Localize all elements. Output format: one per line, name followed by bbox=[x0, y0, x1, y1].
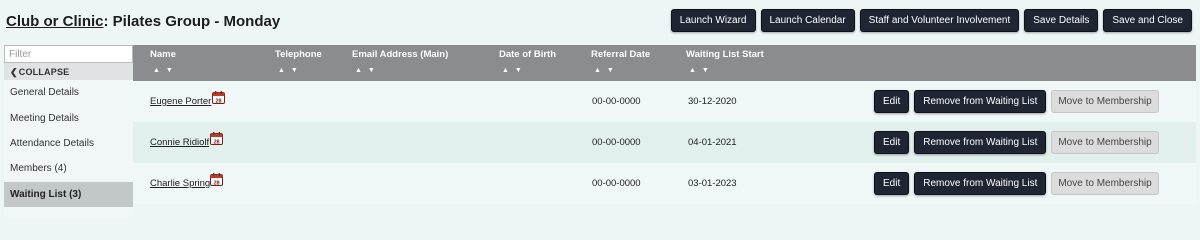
sidebar-item-meeting-details[interactable]: Meeting Details bbox=[4, 105, 133, 130]
column-header-email[interactable]: Email Address (Main) bbox=[352, 49, 448, 60]
remove-from-waiting-list-button[interactable]: Remove from Waiting List bbox=[914, 172, 1047, 195]
row-actions: Edit Remove from Waiting List Move to Me… bbox=[874, 90, 1159, 113]
calendar-icon[interactable]: 28 bbox=[210, 132, 223, 145]
launch-calendar-button[interactable]: Launch Calendar bbox=[760, 9, 855, 32]
sort-arrows-icon[interactable]: ▲ ▼ bbox=[278, 67, 300, 74]
column-header-name[interactable]: Name bbox=[150, 49, 176, 60]
page-title: Club or Clinic: Pilates Group - Monday bbox=[6, 13, 280, 30]
member-name-link[interactable]: Eugene Porter bbox=[150, 96, 211, 107]
svg-text:28: 28 bbox=[215, 98, 221, 104]
column-header-dob[interactable]: Date of Birth bbox=[499, 49, 556, 60]
svg-text:28: 28 bbox=[213, 180, 219, 186]
row-actions: Edit Remove from Waiting List Move to Me… bbox=[874, 172, 1159, 195]
column-header-referral-date[interactable]: Referral Date bbox=[591, 49, 650, 60]
sort-arrows-icon[interactable]: ▲ ▼ bbox=[689, 67, 711, 74]
table-row: Charlie Spring 28 00-00-0000 03-01-2023 … bbox=[133, 163, 1196, 204]
member-name-link[interactable]: Charlie Spring bbox=[150, 178, 210, 189]
save-and-close-button[interactable]: Save and Close bbox=[1103, 9, 1192, 32]
page-title-separator: : bbox=[103, 13, 109, 30]
sidebar: ❮COLLAPSE General Details Meeting Detail… bbox=[4, 45, 133, 218]
column-header-telephone[interactable]: Telephone bbox=[275, 49, 322, 60]
filter-input[interactable] bbox=[4, 45, 133, 63]
launch-wizard-button[interactable]: Launch Wizard bbox=[670, 9, 756, 32]
edit-button[interactable]: Edit bbox=[874, 90, 910, 113]
sort-arrows-icon[interactable]: ▲ ▼ bbox=[502, 67, 524, 74]
table-row: Eugene Porter 28 00-00-0000 30-12-2020 E… bbox=[133, 81, 1196, 122]
toolbar: Launch Wizard Launch Calendar Staff and … bbox=[670, 9, 1192, 32]
move-to-membership-button[interactable]: Move to Membership bbox=[1051, 131, 1159, 154]
save-details-button[interactable]: Save Details bbox=[1024, 9, 1099, 32]
referral-date: 00-00-0000 bbox=[592, 178, 641, 189]
calendar-icon[interactable]: 28 bbox=[212, 91, 225, 104]
collapse-label: COLLAPSE bbox=[18, 67, 70, 77]
move-to-membership-button[interactable]: Move to Membership bbox=[1051, 90, 1159, 113]
edit-button[interactable]: Edit bbox=[874, 131, 910, 154]
page-title-type-link[interactable]: Club or Clinic bbox=[6, 13, 104, 30]
edit-button[interactable]: Edit bbox=[874, 172, 910, 195]
collapse-toggle[interactable]: ❮COLLAPSE bbox=[4, 63, 133, 80]
calendar-icon[interactable]: 28 bbox=[210, 173, 223, 186]
waiting-list-start: 30-12-2020 bbox=[688, 96, 737, 107]
waiting-list-table: Name ▲ ▼ Telephone ▲ ▼ Email Address (Ma… bbox=[133, 45, 1196, 218]
referral-date: 00-00-0000 bbox=[592, 96, 641, 107]
waiting-list-start: 04-01-2021 bbox=[688, 137, 737, 148]
sidebar-item-general-details[interactable]: General Details bbox=[4, 80, 133, 105]
sidebar-item-attendance-details[interactable]: Attendance Details bbox=[4, 131, 133, 156]
remove-from-waiting-list-button[interactable]: Remove from Waiting List bbox=[914, 131, 1047, 154]
svg-text:28: 28 bbox=[213, 139, 219, 145]
waiting-list-start: 03-01-2023 bbox=[688, 178, 737, 189]
column-header-waiting-list-start[interactable]: Waiting List Start bbox=[686, 49, 764, 60]
sidebar-item-members[interactable]: Members (4) bbox=[4, 156, 133, 181]
member-name-link[interactable]: Connie Ridiolf bbox=[150, 137, 209, 148]
sort-arrows-icon[interactable]: ▲ ▼ bbox=[355, 67, 377, 74]
page-header: Club or Clinic: Pilates Group - Monday L… bbox=[0, 0, 1200, 42]
remove-from-waiting-list-button[interactable]: Remove from Waiting List bbox=[914, 90, 1047, 113]
sort-arrows-icon[interactable]: ▲ ▼ bbox=[153, 67, 175, 74]
table-row: Connie Ridiolf 28 00-00-0000 04-01-2021 … bbox=[133, 122, 1196, 163]
row-actions: Edit Remove from Waiting List Move to Me… bbox=[874, 131, 1159, 154]
chevron-left-icon: ❮ bbox=[10, 67, 18, 77]
table-header: Name ▲ ▼ Telephone ▲ ▼ Email Address (Ma… bbox=[133, 45, 1196, 81]
sidebar-item-waiting-list[interactable]: Waiting List (3) bbox=[4, 181, 133, 207]
move-to-membership-button[interactable]: Move to Membership bbox=[1051, 172, 1159, 195]
sort-arrows-icon[interactable]: ▲ ▼ bbox=[594, 67, 616, 74]
page-title-name: Pilates Group - Monday bbox=[112, 13, 281, 30]
staff-volunteer-button[interactable]: Staff and Volunteer Involvement bbox=[859, 9, 1020, 32]
referral-date: 00-00-0000 bbox=[592, 137, 641, 148]
